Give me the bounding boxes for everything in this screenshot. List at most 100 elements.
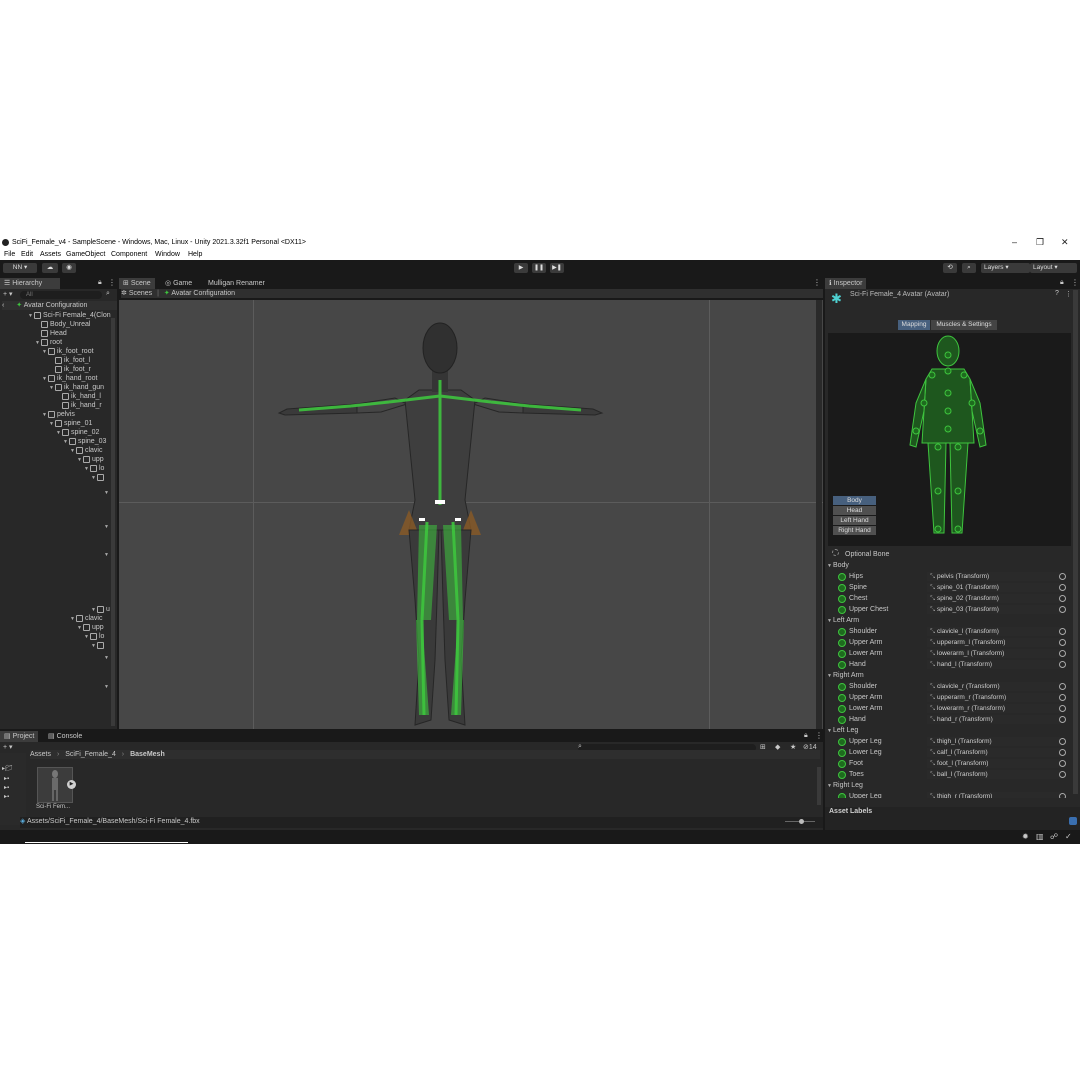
inspector-lock-icon[interactable]: 🔒︎ [1060,279,1064,287]
folder-item[interactable]: ▸▪ [4,793,9,802]
expand-arrow-icon[interactable]: ▼ [104,682,110,691]
object-picker-icon[interactable] [1059,705,1066,712]
expand-arrow-icon[interactable]: ▼ [63,438,68,447]
hierarchy-item[interactable]: ▼ root [35,338,62,347]
layout-dropdown[interactable]: Layout ▾ [1030,263,1077,273]
bone-transform-field[interactable]: ⤡ hand_r (Transform) [927,715,1060,724]
expand-arrow-icon[interactable]: ▼ [70,447,75,456]
hierarchy-item[interactable]: ▼ u [91,605,110,614]
menu-window[interactable]: Window [155,251,180,258]
scene-kebab-icon[interactable]: ⋮ [813,278,821,287]
expand-arrow-icon[interactable]: ▼ [91,642,96,651]
project-lock-icon[interactable]: 🔒︎ [804,732,808,740]
expand-arrow-icon[interactable]: ▼ [56,429,61,438]
tab-mulligan-renamer[interactable]: Mulligan Renamer [204,278,269,289]
expand-arrow-icon[interactable]: ▼ [35,339,40,348]
menu-component[interactable]: Component [111,251,147,258]
bone-transform-field[interactable]: ⤡ thigh_l (Transform) [927,737,1060,746]
expand-arrow-icon[interactable]: ▼ [77,624,82,633]
maximize-button[interactable]: ❐ [1036,237,1044,248]
object-picker-icon[interactable] [1059,639,1066,646]
expand-arrow-icon[interactable]: ▼ [49,384,54,393]
help-icon[interactable]: ? [1055,290,1059,297]
object-picker-icon[interactable] [1059,661,1066,668]
expand-arrow-icon[interactable]: ▼ [77,456,82,465]
zoom-slider-thumb[interactable] [799,819,804,824]
object-picker-icon[interactable] [1059,760,1066,767]
tab-game[interactable]: ◎ Game [161,278,196,289]
object-picker-icon[interactable] [1059,738,1066,745]
folder-item[interactable]: ▸▪ [4,784,9,793]
bone-transform-field[interactable]: ⤡ ball_l (Transform) [927,770,1060,779]
scene-search-icon[interactable]: ⌕ [106,290,110,298]
breadcrumb-scenes[interactable]: Scenes [129,290,152,297]
hierarchy-scrollbar[interactable] [111,318,115,726]
hierarchy-breadcrumb[interactable]: ‹ ✦ Avatar Configuration [2,301,117,310]
hierarchy-item[interactable]: ▼ Sci-Fi Female_4(Clon [28,311,111,320]
hierarchy-search-input[interactable]: All [20,291,102,299]
expand-arrow-icon[interactable]: ▼ [42,375,47,384]
back-arrow-icon[interactable]: ‹ [2,302,4,309]
hierarchy-item[interactable]: ▼ lo [84,464,104,473]
object-picker-icon[interactable] [1059,573,1066,580]
hierarchy-item[interactable]: ▼ clavic [70,446,102,455]
tab-inspector[interactable]: ℹ Inspector [825,278,867,289]
expand-arrow-icon[interactable]: ▼ [42,348,47,357]
bone-transform-field[interactable]: ⤡ clavicle_r (Transform) [927,682,1060,691]
folder-item[interactable]: ▸▪ [4,775,9,784]
bone-group-header[interactable]: ▼Right Leg [827,780,863,791]
mapping-tab-button[interactable]: Mapping [898,320,930,330]
hierarchy-item[interactable]: ik_foot_l [49,356,90,365]
expand-arrow-icon[interactable]: ▼ [84,465,89,474]
cloud-icon[interactable]: ☁ [42,263,58,273]
expand-arrow-icon[interactable]: ▼ [104,522,110,531]
bone-transform-field[interactable]: ⤡ lowerarm_l (Transform) [927,649,1060,658]
scene-scrollbar[interactable] [816,300,822,729]
project-add-button[interactable]: + ▾ [3,743,13,752]
inspector-scrollbar[interactable] [1073,290,1078,794]
bone-transform-field[interactable]: ⤡ calf_l (Transform) [927,748,1060,757]
body-view-button[interactable]: Body [833,496,876,505]
undo-history-icon[interactable]: ⟲ [943,263,957,273]
tab-console[interactable]: ▤ Console [44,731,86,742]
settings-icon[interactable]: ⋮ [1065,290,1072,298]
right-hand-view-button[interactable]: Right Hand [833,526,876,535]
bone-transform-field[interactable]: ⤡ spine_01 (Transform) [927,583,1060,592]
head-view-button[interactable]: Head [833,506,876,515]
hierarchy-item[interactable]: ik_foot_r [49,365,91,374]
breadcrumb-basemesh[interactable]: BaseMesh [130,751,165,758]
breadcrumb-assets[interactable]: Assets [30,751,51,758]
hierarchy-item[interactable]: ▼ upp [77,623,104,632]
hierarchy-item[interactable]: ▼ ik_hand_root [42,374,97,383]
bone-transform-field[interactable]: ⤡ upperarm_l (Transform) [927,638,1060,647]
character-model[interactable] [119,300,823,729]
hierarchy-item[interactable]: ▼ ik_hand_gun [49,383,104,392]
object-picker-icon[interactable] [1059,793,1066,798]
hierarchy-item[interactable]: ▼ [91,473,106,482]
breadcrumb-avatar-config[interactable]: Avatar Configuration [171,290,235,297]
pause-button[interactable]: ❚❚ [532,263,546,273]
expand-arrow-icon[interactable]: ▼ [49,420,54,429]
hierarchy-item[interactable]: ik_hand_r [56,401,102,410]
object-picker-icon[interactable] [1059,628,1066,635]
menu-help[interactable]: Help [188,251,202,258]
bone-transform-field[interactable]: ⤡ upperarm_r (Transform) [927,693,1060,702]
collab-icon[interactable]: ◉ [62,263,76,273]
left-hand-view-button[interactable]: Left Hand [833,516,876,525]
bone-transform-field[interactable]: ⤡ clavicle_l (Transform) [927,627,1060,636]
bone-transform-field[interactable]: ⤡ lowerarm_r (Transform) [927,704,1060,713]
search-icon[interactable]: ⌕ [962,263,976,273]
cache-icon[interactable]: ▥ [1036,832,1044,841]
network-icon[interactable]: ☍ [1050,832,1058,841]
object-picker-icon[interactable] [1059,716,1066,723]
object-picker-icon[interactable] [1059,683,1066,690]
menu-file[interactable]: File [4,251,15,258]
status-check-icon[interactable]: ✓ [1065,832,1072,841]
hierarchy-item[interactable]: ▼ spine_02 [56,428,99,437]
tab-hierarchy[interactable]: ☰ Hierarchy [0,278,60,289]
breadcrumb-scifi-female[interactable]: SciFi_Female_4 [65,751,116,758]
bone-transform-field[interactable]: ⤡ thigh_r (Transform) [927,792,1060,798]
expand-arrow-icon[interactable]: ▼ [104,550,110,559]
expand-arrow-icon[interactable]: ▼ [28,312,33,321]
lock-icon[interactable]: 🔒︎ [98,279,102,287]
